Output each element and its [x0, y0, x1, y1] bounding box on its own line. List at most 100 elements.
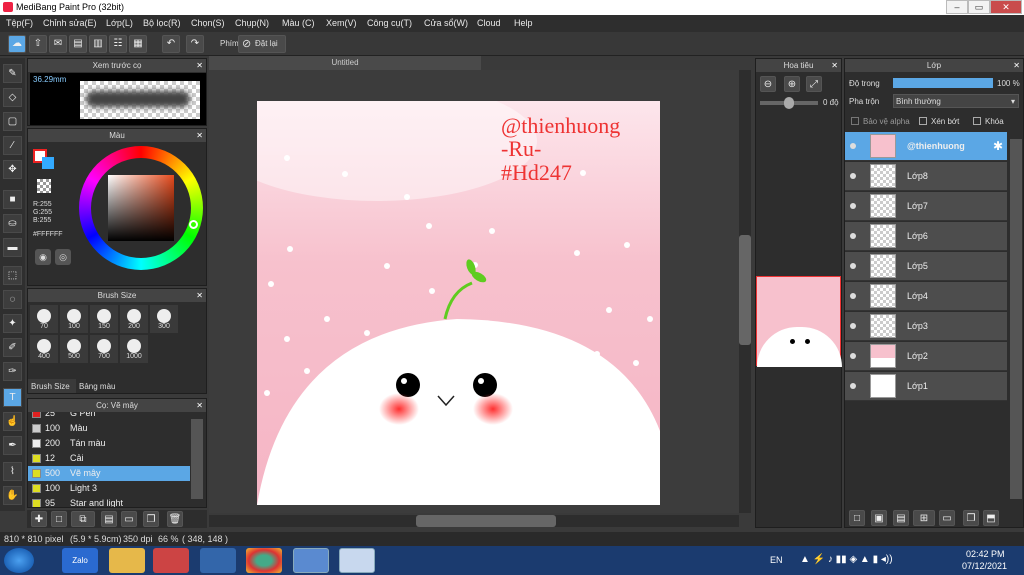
minimize-button[interactable]: –	[946, 0, 968, 14]
layer-menu-icon[interactable]: ⊞	[913, 510, 935, 526]
duplicate-icon[interactable]: ❐	[963, 510, 979, 526]
lock-checkbox[interactable]	[973, 117, 981, 125]
brush-size-option[interactable]: 500	[60, 335, 88, 363]
grid-icon[interactable]: ▦	[129, 35, 147, 53]
brush-size-option[interactable]: 70	[30, 305, 58, 333]
clip-checkbox[interactable]	[919, 117, 927, 125]
start-button[interactable]	[4, 548, 34, 573]
folder-icon[interactable]: ▭	[121, 511, 137, 527]
drawing-canvas[interactable]: @thienhuong -Ru- #Hd247	[257, 101, 660, 505]
select-icon[interactable]: ⬚	[3, 266, 22, 285]
close-icon[interactable]: ✕	[196, 59, 203, 72]
dot-tool-icon[interactable]: ∕	[3, 136, 22, 155]
layer-row[interactable]: Lớp7	[845, 192, 1007, 221]
new-8bit-icon[interactable]: ▤	[893, 510, 909, 526]
menu-window[interactable]: Cửa sổ(W)	[424, 18, 468, 28]
brush-size-option[interactable]: 150	[90, 305, 118, 333]
visibility-icon[interactable]	[850, 293, 856, 299]
layer-scrollbar[interactable]	[1010, 139, 1022, 499]
tab-palette[interactable]: Bảng màu	[76, 379, 122, 393]
visibility-icon[interactable]	[850, 383, 856, 389]
brush-size-option[interactable]: 200	[120, 305, 148, 333]
doc-icon[interactable]: ▤	[101, 511, 117, 527]
brush-item[interactable]: 100 Light 3	[28, 481, 190, 496]
palette-icon[interactable]: ◉	[35, 249, 51, 265]
brush-size-option[interactable]: 1000	[120, 335, 148, 363]
close-icon[interactable]: ✕	[831, 59, 838, 72]
visibility-icon[interactable]	[850, 233, 856, 239]
menu-layer[interactable]: Lớp(L)	[106, 18, 133, 28]
tray-icons[interactable]: ▲ ⚡ ♪ ▮▮ ◈ ▲ ▮ ◂))	[800, 554, 893, 565]
new-halftone-icon[interactable]: ▣	[871, 510, 887, 526]
menu-color[interactable]: Màu (C)	[282, 18, 315, 28]
visibility-icon[interactable]	[850, 323, 856, 329]
pen-icon[interactable]: ✒	[3, 436, 22, 455]
brush-item[interactable]: 200 Tán màu	[28, 436, 190, 451]
rectangle-select-icon[interactable]: ▢	[3, 112, 22, 131]
navigator-thumbnail[interactable]	[756, 276, 842, 367]
eraser-tool-icon[interactable]: ◇	[3, 88, 22, 107]
layer-row[interactable]: Lớp3	[845, 312, 1007, 341]
brush-size-option[interactable]: 300	[150, 305, 178, 333]
settings-list-icon[interactable]: ☷	[109, 35, 127, 53]
explorer-app[interactable]	[109, 548, 145, 573]
menu-snap[interactable]: Chụp(N)	[235, 18, 269, 28]
brush-size-option[interactable]: 700	[90, 335, 118, 363]
move-tool-icon[interactable]: ✥	[3, 160, 22, 179]
rotation-slider[interactable]	[760, 97, 818, 109]
document-icon[interactable]: ▥	[89, 35, 107, 53]
comment-icon[interactable]: ✉	[49, 35, 67, 53]
fill-rect-icon[interactable]: ■	[3, 190, 22, 209]
document-tab[interactable]: Untitled	[209, 56, 481, 70]
scroll-thumb[interactable]	[739, 235, 751, 345]
chrome-app[interactable]	[246, 548, 282, 573]
new-layer-icon[interactable]: □	[849, 510, 865, 526]
transparent-swatch[interactable]	[37, 179, 51, 193]
language-indicator[interactable]: EN	[770, 555, 783, 565]
visibility-icon[interactable]	[850, 203, 856, 209]
background-color-swatch[interactable]	[42, 157, 54, 169]
brush-tool-icon[interactable]: ✎	[3, 64, 22, 83]
layer-row[interactable]: Lớp8	[845, 162, 1007, 191]
layer-row[interactable]: Lớp5	[845, 252, 1007, 281]
layer-row[interactable]: Lớp6	[845, 222, 1007, 251]
text-tool-icon[interactable]: T	[3, 388, 22, 407]
ie-app[interactable]	[200, 548, 236, 573]
merge-icon[interactable]: ⬒	[983, 510, 999, 526]
medibang-app[interactable]	[293, 548, 329, 573]
hand-icon[interactable]: ✋	[3, 486, 22, 505]
undo-icon[interactable]: ↶	[162, 35, 180, 53]
operation-icon[interactable]: ☝	[3, 412, 22, 431]
brush-item[interactable]: 12 Cải	[28, 451, 190, 466]
magic-wand-icon[interactable]: ✦	[3, 314, 22, 333]
palette-add-icon[interactable]: ◎	[55, 249, 71, 265]
close-icon[interactable]: ✕	[196, 399, 203, 412]
media-app[interactable]	[153, 548, 189, 573]
gradient-icon[interactable]: ▬	[3, 238, 22, 257]
close-button[interactable]: ✕	[990, 0, 1022, 14]
brush-item[interactable]: 25 G Pen	[28, 412, 190, 421]
add-brush-icon[interactable]: ✚	[31, 511, 47, 527]
copy-icon[interactable]: ⧉	[71, 511, 95, 527]
visibility-icon[interactable]	[850, 263, 856, 269]
menu-filter[interactable]: Bộ lọc(R)	[143, 18, 181, 28]
zalo-app[interactable]: Zalo	[62, 548, 98, 573]
scroll-thumb[interactable]	[416, 515, 556, 527]
zoom-out-icon[interactable]: ⊖	[760, 76, 776, 92]
eyedropper-icon[interactable]: ⌇	[3, 462, 22, 481]
brush-item[interactable]: 500 Vẽ mây	[28, 466, 190, 481]
select-eraser-icon[interactable]: ✑	[3, 362, 22, 381]
maximize-button[interactable]: ▭	[968, 0, 990, 14]
lasso-icon[interactable]: ◌	[3, 290, 22, 309]
visibility-icon[interactable]	[850, 143, 856, 149]
menu-view[interactable]: Xem(V)	[326, 18, 357, 28]
brush-size-option[interactable]: 100	[60, 305, 88, 333]
folder-icon[interactable]: ▭	[939, 510, 955, 526]
brush-size-option[interactable]: 400	[30, 335, 58, 363]
opacity-slider[interactable]	[893, 78, 993, 88]
blend-select[interactable]: Bình thường ▾	[893, 94, 1019, 108]
duplicate-icon[interactable]: ❐	[143, 511, 159, 527]
layer-row[interactable]: Lớp4	[845, 282, 1007, 311]
menu-edit[interactable]: Chỉnh sửa(E)	[43, 18, 97, 28]
saturation-square[interactable]	[108, 175, 174, 241]
